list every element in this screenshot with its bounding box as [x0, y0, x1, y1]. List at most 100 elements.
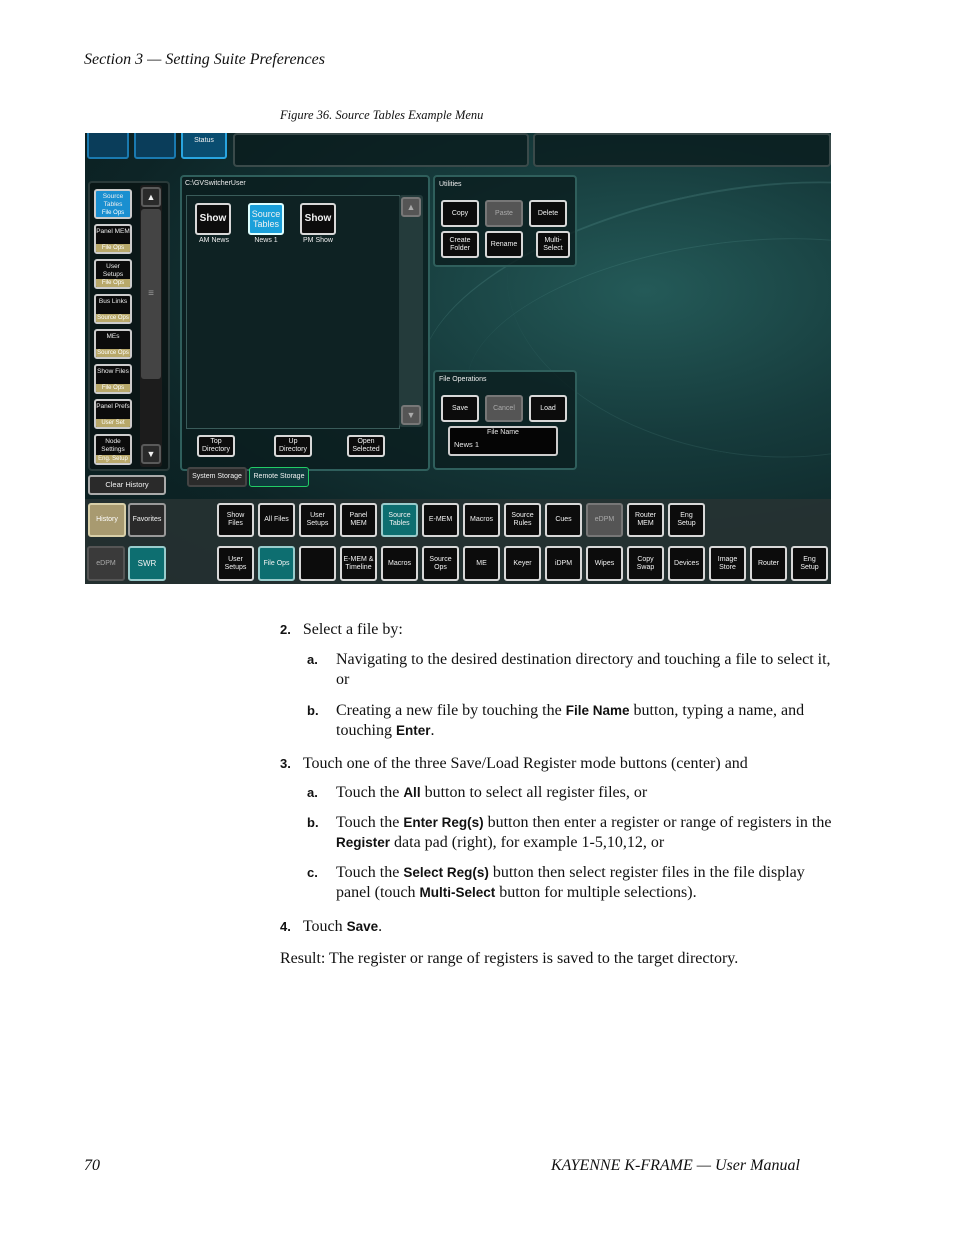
row2-button-8[interactable]: iDPM	[545, 546, 582, 581]
history-user-setups[interactable]: User Setups File Ops	[94, 259, 132, 289]
row1-button-label: Source Rules	[511, 512, 534, 527]
top-directory-button[interactable]: Top Directory	[197, 435, 235, 457]
cancel-button[interactable]: Cancel	[485, 395, 523, 422]
row2-button-10[interactable]: Copy Swap	[627, 546, 664, 581]
step-3b-text: Touch the Enter Reg(s) button then enter…	[336, 814, 832, 851]
paste-button[interactable]: Paste	[485, 200, 523, 227]
swr-button[interactable]: SWR	[128, 546, 166, 581]
row2-button-11[interactable]: Devices	[668, 546, 705, 581]
row1-button-2[interactable]: User Setups	[299, 503, 336, 537]
footer-page-number: 70	[84, 1157, 100, 1174]
rename-button[interactable]: Rename	[485, 231, 523, 258]
history-tab[interactable]: History	[88, 503, 126, 537]
step-2a-letter: a.	[307, 652, 318, 667]
history-bus-links[interactable]: Bus Links Source Ops	[94, 294, 132, 324]
up-directory-button[interactable]: Up Directory	[274, 435, 312, 457]
row1-button-8[interactable]: Cues	[545, 503, 582, 537]
file-am-news-icon[interactable]: Show	[195, 203, 231, 235]
file-pm-show-icon[interactable]: Show	[300, 203, 336, 235]
step-3c-text: Touch the Select Reg(s) button then sele…	[336, 864, 805, 901]
file-scroll-down-icon[interactable]: ▼	[401, 405, 421, 425]
save-button[interactable]: Save	[441, 395, 479, 422]
figure-caption: Figure 36. Source Tables Example Menu	[280, 108, 484, 122]
clear-history-button[interactable]: Clear History	[88, 475, 166, 495]
row2-button-4[interactable]: Macros	[381, 546, 418, 581]
history-mes[interactable]: MEs Source Ops	[94, 329, 132, 359]
file-name-field[interactable]: File Name News 1	[448, 426, 558, 456]
history-scroll-thumb[interactable]: ≡	[141, 209, 161, 379]
load-button[interactable]: Load	[529, 395, 567, 422]
row2-button-14[interactable]: Eng Setup	[791, 546, 828, 581]
row2-button-2[interactable]	[299, 546, 336, 581]
file-am-news-label: AM News	[199, 237, 229, 244]
top-tab-2[interactable]	[134, 133, 176, 159]
step-3a-text: Touch the All button to select all regis…	[336, 784, 648, 801]
file-pm-show-label: PM Show	[303, 237, 333, 244]
row1-button-0[interactable]: Show Files	[217, 503, 254, 537]
row2-button-3[interactable]: E-MEM & Timeline	[340, 546, 377, 581]
row1-button-label: Panel MEM	[349, 512, 368, 527]
row2-button-1[interactable]: File Ops	[258, 546, 295, 581]
row2-button-label: Source Ops	[429, 555, 452, 571]
history-node-settings[interactable]: Node Settings Eng. Setup	[94, 434, 132, 465]
row2-button-6[interactable]: ME	[463, 546, 500, 581]
file-list-scrollbar[interactable]	[399, 195, 423, 427]
create-folder-button[interactable]: Create Folder	[441, 231, 479, 258]
row1-button-label: Macros	[470, 516, 493, 523]
row1-button-label: Cues	[555, 516, 572, 523]
file-name-label: File Name	[487, 429, 519, 436]
row2-button-label: File Ops	[263, 559, 290, 567]
delete-button[interactable]: Delete	[529, 200, 567, 227]
row2-button-label: E-MEM & Timeline	[343, 555, 374, 571]
favorites-tab[interactable]: Favorites	[128, 503, 166, 537]
remote-storage-tab[interactable]: Remote Storage	[249, 467, 309, 487]
edpm-button[interactable]: eDPM	[87, 546, 125, 581]
row1-button-label: Source Tables	[388, 512, 411, 527]
copy-button[interactable]: Copy	[441, 200, 479, 227]
multi-select-button[interactable]: Multi-Select	[536, 231, 570, 258]
row1-button-3[interactable]: Panel MEM	[340, 503, 377, 537]
row2-button-label: Keyer	[513, 559, 532, 567]
row2-button-label: ME	[476, 559, 487, 567]
row2-button-label: Image Store	[717, 555, 738, 571]
row1-button-4[interactable]: Source Tables	[381, 503, 418, 537]
row2-button-label: Copy Swap	[636, 555, 655, 571]
top-status-field-1	[233, 133, 529, 167]
row2-button-5[interactable]: Source Ops	[422, 546, 459, 581]
step-3: 3. Touch one of the three Save/Load Regis…	[280, 755, 748, 772]
history-panel-prefs[interactable]: Panel Prefs User Set	[94, 399, 132, 429]
utilities-title: Utilities	[439, 181, 462, 188]
row2-button-12[interactable]: Image Store	[709, 546, 746, 581]
row1-button-10[interactable]: Router MEM	[627, 503, 664, 537]
top-tab-1[interactable]	[87, 133, 129, 159]
system-storage-tab[interactable]: System Storage	[187, 467, 247, 487]
history-scroll-down-icon[interactable]: ▼	[141, 444, 161, 464]
file-news-1-label: News 1	[254, 237, 278, 244]
row1-button-label: eDPM	[594, 516, 615, 523]
history-panel-mem[interactable]: Panel MEM File Ops	[94, 224, 132, 254]
row1-button-label: E-MEM	[428, 516, 453, 523]
file-scroll-up-icon[interactable]: ▲	[401, 197, 421, 217]
open-selected-button[interactable]: Open Selected	[347, 435, 385, 457]
row2-button-9[interactable]: Wipes	[586, 546, 623, 581]
row1-button-5[interactable]: E-MEM	[422, 503, 459, 537]
file-news-1-icon[interactable]: Source Tables	[248, 203, 284, 235]
row1-button-6[interactable]: Macros	[463, 503, 500, 537]
row2-button-label: Macros	[388, 559, 411, 567]
row1-button-11[interactable]: Eng Setup	[668, 503, 705, 537]
row2-button-0[interactable]: User Setups	[217, 546, 254, 581]
row2-button-label: Router	[757, 559, 779, 567]
row1-button-1[interactable]: All Files	[258, 503, 295, 537]
step-4: 4. Touch Save.	[280, 918, 383, 935]
row2-button-13[interactable]: Router	[750, 546, 787, 581]
row1-button-9[interactable]: eDPM	[586, 503, 623, 537]
history-show-files[interactable]: Show Files File Ops	[94, 364, 132, 394]
section-header: Section 3 — Setting Suite Preferences	[84, 51, 325, 68]
row2-button-label: User Setups	[224, 555, 247, 571]
file-name-value: News 1	[454, 440, 480, 449]
history-scroll-up-icon[interactable]: ▲	[141, 187, 161, 207]
row2-button-7[interactable]: Keyer	[504, 546, 541, 581]
row1-button-7[interactable]: Source Rules	[504, 503, 541, 537]
status-tab[interactable]: Status	[181, 133, 227, 159]
history-source-tables[interactable]: Source Tables File Ops	[94, 189, 132, 219]
